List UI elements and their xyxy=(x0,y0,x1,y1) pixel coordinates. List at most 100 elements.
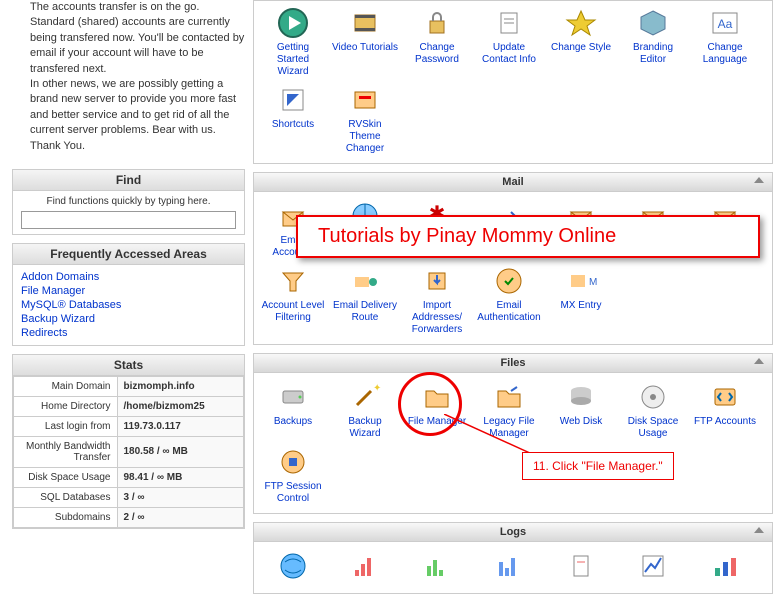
find-box: Find Find functions quickly by typing he… xyxy=(12,169,245,235)
account-level-filtering[interactable]: Account Level Filtering xyxy=(258,263,328,338)
backup-wizard-label: Backup Wizard xyxy=(332,416,398,440)
getting-started-wizard-label: Getting Started Wizard xyxy=(260,42,326,78)
svg-text:✦: ✦ xyxy=(373,383,381,394)
stats-val: 180.58 / ∞ MB xyxy=(117,436,244,467)
log1[interactable] xyxy=(258,548,328,587)
log2[interactable] xyxy=(330,548,400,587)
mail-header[interactable]: Mail xyxy=(254,173,772,192)
stats-key: Last login from xyxy=(14,416,118,436)
import-addresses-label: Import Addresses/ Forwarders xyxy=(404,300,470,336)
stats-key: SQL Databases xyxy=(14,487,118,507)
faa-box: Frequently Accessed Areas Addon DomainsF… xyxy=(12,243,245,346)
stats-key: Monthly Bandwidth Transfer xyxy=(14,436,118,467)
video-tutorials-label: Video Tutorials xyxy=(332,42,398,54)
file-manager-label: File Manager xyxy=(404,416,470,428)
ftp-session-control[interactable]: FTP Session Control xyxy=(258,444,328,507)
stats-row: Monthly Bandwidth Transfer180.58 / ∞ MB xyxy=(14,436,244,467)
find-input[interactable] xyxy=(21,211,236,229)
find-desc: Find functions quickly by typing here. xyxy=(21,196,236,207)
faa-link[interactable]: Backup Wizard xyxy=(21,312,236,326)
stats-val: 2 / ∞ xyxy=(117,507,244,527)
disk-space-usage-label: Disk Space Usage xyxy=(620,416,686,440)
tutorial-banner: Tutorials by Pinay Mommy Online xyxy=(296,215,760,258)
stats-header: Stats xyxy=(13,355,244,376)
files-header[interactable]: Files xyxy=(254,354,772,373)
ftp-accounts-label: FTP Accounts xyxy=(692,416,758,428)
rvskin-theme-changer[interactable]: RVSkin Theme Changer xyxy=(330,82,400,157)
video-tutorials[interactable]: Video Tutorials xyxy=(330,5,400,80)
web-disk[interactable]: Web Disk xyxy=(546,379,616,442)
update-contact-info[interactable]: Update Contact Info xyxy=(474,5,544,80)
backup-wizard[interactable]: ✦ Backup Wizard xyxy=(330,379,400,442)
email-delivery-route[interactable]: Email Delivery Route xyxy=(330,263,400,338)
getting-started-wizard[interactable]: Getting Started Wizard xyxy=(258,5,328,80)
collapse-icon xyxy=(754,527,764,533)
find-header: Find xyxy=(13,170,244,191)
stats-row: Disk Space Usage98.41 / ∞ MB xyxy=(14,467,244,487)
mx-entry-label: MX Entry xyxy=(548,300,614,312)
change-password-label: Change Password xyxy=(404,42,470,66)
collapse-icon xyxy=(754,177,764,183)
change-language[interactable]: Aa Change Language xyxy=(690,5,760,80)
update-contact-info-label: Update Contact Info xyxy=(476,42,542,66)
faa-link[interactable]: Addon Domains xyxy=(21,270,236,284)
stats-val: /home/bizmom25 xyxy=(117,396,244,416)
log7[interactable] xyxy=(690,548,760,587)
faa-header: Frequently Accessed Areas xyxy=(13,244,244,265)
stats-row: SQL Databases3 / ∞ xyxy=(14,487,244,507)
change-style[interactable]: Change Style xyxy=(546,5,616,80)
change-password[interactable]: Change Password xyxy=(402,5,472,80)
svg-text:MX: MX xyxy=(589,277,597,288)
files-panel: Files Backups ✦ Backup Wizard File Manager L… xyxy=(253,353,773,514)
logs-panel: Logs xyxy=(253,522,773,594)
ftp-session-control-label: FTP Session Control xyxy=(260,481,326,505)
stats-val: 98.41 / ∞ MB xyxy=(117,467,244,487)
mail-panel: Mail Email AccountsWebmail✱SpamAssassinF… xyxy=(253,172,773,345)
shortcuts[interactable]: Shortcuts xyxy=(258,82,328,157)
faa-link[interactable]: MySQL® Databases xyxy=(21,298,236,312)
disk-space-usage[interactable]: Disk Space Usage xyxy=(618,379,688,442)
log4[interactable] xyxy=(474,548,544,587)
shortcuts-label: Shortcuts xyxy=(260,119,326,131)
log3[interactable] xyxy=(402,548,472,587)
stats-key: Disk Space Usage xyxy=(14,467,118,487)
branding-editor-label: Branding Editor xyxy=(620,42,686,66)
legacy-file-manager-label: Legacy File Manager xyxy=(476,416,542,440)
backups-label: Backups xyxy=(260,416,326,428)
mx-entry[interactable]: MX MX Entry xyxy=(546,263,616,338)
web-disk-label: Web Disk xyxy=(548,416,614,428)
file-manager[interactable]: File Manager xyxy=(402,379,472,442)
faa-link[interactable]: File Manager xyxy=(21,284,236,298)
log6[interactable] xyxy=(618,548,688,587)
email-authentication[interactable]: Email Authentication xyxy=(474,263,544,338)
ftp-accounts[interactable]: FTP Accounts xyxy=(690,379,760,442)
stats-val: bizmomph.info xyxy=(117,376,244,396)
tutorial-step: 11. Click "File Manager." xyxy=(522,452,674,480)
collapse-icon xyxy=(754,358,764,364)
stats-val: 119.73.0.117 xyxy=(117,416,244,436)
svg-text:Aa: Aa xyxy=(718,17,733,31)
email-delivery-route-label: Email Delivery Route xyxy=(332,300,398,324)
change-style-label: Change Style xyxy=(548,42,614,54)
stats-box: Stats Main Domainbizmomph.infoHome Direc… xyxy=(12,354,245,529)
legacy-file-manager[interactable]: Legacy File Manager xyxy=(474,379,544,442)
import-addresses[interactable]: Import Addresses/ Forwarders xyxy=(402,263,472,338)
change-language-label: Change Language xyxy=(692,42,758,66)
stats-row: Home Directory/home/bizmom25 xyxy=(14,396,244,416)
stats-key: Home Directory xyxy=(14,396,118,416)
account-level-filtering-label: Account Level Filtering xyxy=(260,300,326,324)
backups[interactable]: Backups xyxy=(258,379,328,442)
stats-row: Last login from119.73.0.117 xyxy=(14,416,244,436)
stats-key: Subdomains xyxy=(14,507,118,527)
prefs-panel: Getting Started Wizard Video Tutorials Cha… xyxy=(253,0,773,164)
branding-editor[interactable]: Branding Editor xyxy=(618,5,688,80)
rvskin-theme-changer-label: RVSkin Theme Changer xyxy=(332,119,398,155)
stats-row: Subdomains2 / ∞ xyxy=(14,507,244,527)
faa-link[interactable]: Redirects xyxy=(21,326,236,340)
stats-key: Main Domain xyxy=(14,376,118,396)
log5[interactable] xyxy=(546,548,616,587)
logs-header[interactable]: Logs xyxy=(254,523,772,542)
stats-row: Main Domainbizmomph.info xyxy=(14,376,244,396)
email-authentication-label: Email Authentication xyxy=(476,300,542,324)
news-text: The accounts transfer is on the go. Stan… xyxy=(12,0,245,154)
